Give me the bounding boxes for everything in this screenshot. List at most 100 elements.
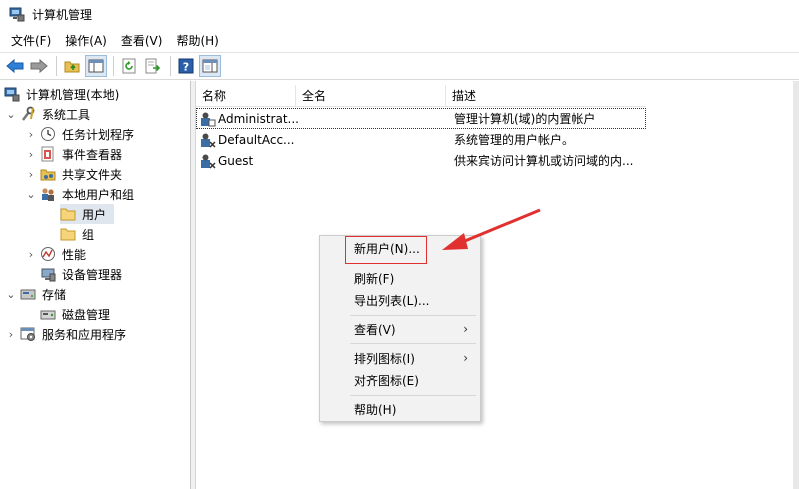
chevron-right-icon[interactable]: ›	[26, 148, 36, 161]
menu-item-arrange-icons[interactable]: 排列图标(I) ›	[322, 347, 478, 369]
annotation-highlight-box	[345, 236, 427, 264]
services-icon	[20, 326, 36, 342]
tree-item-device-manager[interactable]: 设备管理器	[40, 264, 124, 284]
menu-separator	[350, 395, 476, 396]
tree-item-root[interactable]: 计算机管理(本地)	[4, 84, 121, 104]
tree-label: 系统工具	[42, 107, 91, 122]
menu-item-label: 查看(V)	[354, 322, 396, 337]
menu-action[interactable]: 操作(A)	[58, 31, 114, 51]
storage-icon	[20, 286, 36, 302]
forward-arrow-icon[interactable]	[28, 55, 50, 77]
menu-item-label: 对齐图标(E)	[354, 373, 419, 388]
tree-item-services-apps[interactable]: › 服务和应用程序	[6, 324, 128, 344]
tree-label: 服务和应用程序	[42, 327, 127, 342]
export-list-icon[interactable]	[142, 55, 164, 77]
system-tools-icon	[20, 106, 36, 122]
tree-item-users[interactable]: 用户	[60, 204, 115, 224]
list-header: 名称 全名 描述	[196, 85, 646, 107]
tree-item-shared-folders[interactable]: › 共享文件夹	[26, 164, 124, 184]
tree-item-event-viewer[interactable]: › 事件查看器	[26, 144, 124, 164]
menu-item-view[interactable]: 查看(V) ›	[322, 318, 478, 340]
show-hide-tree-icon[interactable]	[85, 55, 107, 77]
user-account-icon	[200, 153, 216, 169]
cell-description: 供来宾访问计算机或访问域的内...	[454, 154, 634, 168]
menu-file[interactable]: 文件(F)	[4, 31, 58, 51]
chevron-right-icon[interactable]: ›	[26, 168, 36, 181]
tree-item-system-tools[interactable]: ⌄ 系统工具	[6, 104, 92, 124]
clock-icon	[40, 126, 56, 142]
tree-label: 存储	[42, 287, 67, 302]
navigation-tree: 计算机管理(本地) ⌄ 系统工具 › 任务计划程序 › 事件查看器 › 共享文件…	[0, 81, 191, 489]
menu-separator	[350, 343, 476, 344]
show-hide-action-pane-icon[interactable]	[199, 55, 221, 77]
folder-icon	[60, 206, 76, 222]
chevron-right-icon[interactable]: ›	[26, 248, 36, 261]
right-scrollbar[interactable]	[793, 81, 799, 489]
cell-name: Guest	[218, 153, 254, 168]
tree-item-performance[interactable]: › 性能	[26, 244, 88, 264]
menu-bar: 文件(F) 操作(A) 查看(V) 帮助(H)	[0, 30, 799, 52]
tree-label: 组	[82, 227, 95, 242]
chevron-right-icon: ›	[463, 322, 468, 336]
performance-icon	[40, 246, 56, 262]
menu-item-label: 帮助(H)	[354, 402, 397, 417]
list-item[interactable]: Guest 供来宾访问计算机或访问域的内...	[196, 150, 646, 171]
menu-item-align-icons[interactable]: 对齐图标(E)	[322, 369, 478, 391]
column-header-fullname[interactable]: 全名	[296, 85, 446, 106]
svg-text:?: ?	[183, 61, 189, 74]
user-list-pane: 名称 全名 描述 Administrat... 管理计算机(域)的内置帐户 De…	[196, 81, 793, 489]
device-manager-icon	[40, 266, 56, 282]
column-header-description[interactable]: 描述	[446, 85, 646, 106]
menu-item-export-list[interactable]: 导出列表(L)...	[322, 289, 478, 311]
back-arrow-icon[interactable]	[4, 55, 26, 77]
tree-item-local-users-groups[interactable]: ⌄ 本地用户和组	[26, 184, 136, 204]
menu-item-label: 排列图标(I)	[354, 351, 415, 366]
users-group-icon	[40, 186, 56, 202]
chevron-right-icon[interactable]: ›	[26, 128, 36, 141]
menu-separator	[350, 315, 476, 316]
computer-management-icon	[4, 86, 20, 102]
disk-management-icon	[40, 306, 56, 322]
event-viewer-icon	[40, 146, 56, 162]
toolbar-separator	[170, 56, 171, 76]
cell-name: Administrat...	[218, 111, 298, 126]
column-header-name[interactable]: 名称	[196, 85, 296, 106]
menu-view[interactable]: 查看(V)	[114, 31, 170, 51]
menu-item-label: 导出列表(L)...	[354, 293, 430, 308]
list-item[interactable]: DefaultAcc... 系统管理的用户帐户。	[196, 129, 646, 150]
help-icon[interactable]: ?	[175, 55, 197, 77]
toolbar-separator	[113, 56, 114, 76]
cell-description: 管理计算机(域)的内置帐户	[454, 112, 596, 126]
chevron-down-icon[interactable]: ⌄	[26, 188, 36, 201]
toolbar-separator	[56, 56, 57, 76]
title-bar: 计算机管理	[0, 0, 799, 28]
tree-label: 磁盘管理	[62, 307, 111, 322]
user-account-icon	[200, 132, 216, 148]
cell-name: DefaultAcc...	[218, 132, 295, 147]
tree-label: 性能	[62, 247, 87, 262]
menu-help[interactable]: 帮助(H)	[169, 31, 225, 51]
tree-label: 共享文件夹	[62, 167, 123, 182]
tree-label: 事件查看器	[62, 147, 123, 162]
window-title: 计算机管理	[32, 7, 93, 22]
tree-item-storage[interactable]: ⌄ 存储	[6, 284, 68, 304]
menu-item-refresh[interactable]: 刷新(F)	[322, 267, 478, 289]
refresh-icon[interactable]	[118, 55, 140, 77]
chevron-down-icon[interactable]: ⌄	[6, 108, 16, 121]
annotation-arrow-icon	[442, 208, 541, 250]
chevron-down-icon[interactable]: ⌄	[6, 288, 16, 301]
chevron-right-icon: ›	[463, 351, 468, 365]
tree-label: 任务计划程序	[62, 127, 135, 142]
tree-item-task-scheduler[interactable]: › 任务计划程序	[26, 124, 136, 144]
list-item[interactable]: Administrat... 管理计算机(域)的内置帐户	[196, 108, 646, 129]
tree-item-disk-management[interactable]: 磁盘管理	[40, 304, 112, 324]
folder-icon	[60, 226, 76, 242]
tree-item-groups[interactable]: 组	[60, 224, 96, 244]
computer-management-icon	[9, 6, 25, 22]
up-folder-icon[interactable]	[61, 55, 83, 77]
toolbar: ?	[0, 52, 799, 80]
menu-item-help[interactable]: 帮助(H)	[322, 398, 478, 420]
tree-label: 本地用户和组	[62, 187, 135, 202]
shared-folder-icon	[40, 166, 56, 182]
chevron-right-icon[interactable]: ›	[6, 328, 16, 341]
